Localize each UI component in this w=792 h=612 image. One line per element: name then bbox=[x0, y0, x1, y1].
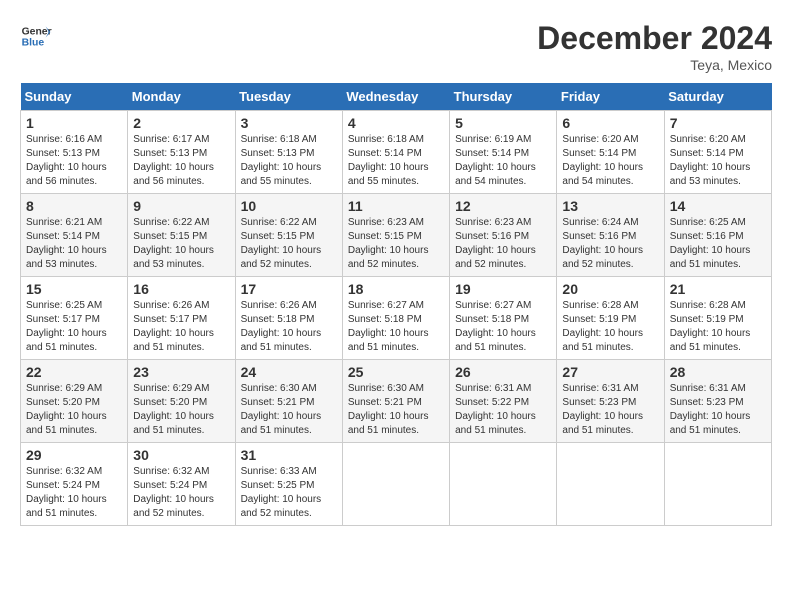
page-header: General Blue December 2024 Teya, Mexico bbox=[20, 20, 772, 73]
table-row: 28Sunrise: 6:31 AMSunset: 5:23 PMDayligh… bbox=[664, 360, 771, 443]
table-row: 15Sunrise: 6:25 AMSunset: 5:17 PMDayligh… bbox=[21, 277, 128, 360]
table-row: 22Sunrise: 6:29 AMSunset: 5:20 PMDayligh… bbox=[21, 360, 128, 443]
table-row: 23Sunrise: 6:29 AMSunset: 5:20 PMDayligh… bbox=[128, 360, 235, 443]
logo-icon: General Blue bbox=[20, 20, 52, 52]
svg-text:Blue: Blue bbox=[22, 38, 45, 49]
col-friday: Friday bbox=[557, 83, 664, 111]
title-block: December 2024 Teya, Mexico bbox=[537, 20, 772, 73]
table-row: 5Sunrise: 6:19 AMSunset: 5:14 PMDaylight… bbox=[450, 111, 557, 194]
table-row: 20Sunrise: 6:28 AMSunset: 5:19 PMDayligh… bbox=[557, 277, 664, 360]
table-row: 13Sunrise: 6:24 AMSunset: 5:16 PMDayligh… bbox=[557, 194, 664, 277]
table-row: 19Sunrise: 6:27 AMSunset: 5:18 PMDayligh… bbox=[450, 277, 557, 360]
month-title: December 2024 bbox=[537, 20, 772, 57]
table-row: 1Sunrise: 6:16 AMSunset: 5:13 PMDaylight… bbox=[21, 111, 128, 194]
col-tuesday: Tuesday bbox=[235, 83, 342, 111]
table-row: 26Sunrise: 6:31 AMSunset: 5:22 PMDayligh… bbox=[450, 360, 557, 443]
table-row: 11Sunrise: 6:23 AMSunset: 5:15 PMDayligh… bbox=[342, 194, 449, 277]
table-row: 27Sunrise: 6:31 AMSunset: 5:23 PMDayligh… bbox=[557, 360, 664, 443]
logo: General Blue bbox=[20, 20, 52, 52]
col-monday: Monday bbox=[128, 83, 235, 111]
table-row: 18Sunrise: 6:27 AMSunset: 5:18 PMDayligh… bbox=[342, 277, 449, 360]
col-sunday: Sunday bbox=[21, 83, 128, 111]
calendar-header-row: Sunday Monday Tuesday Wednesday Thursday… bbox=[21, 83, 772, 111]
col-saturday: Saturday bbox=[664, 83, 771, 111]
table-row: 29Sunrise: 6:32 AMSunset: 5:24 PMDayligh… bbox=[21, 443, 128, 526]
table-row: 31Sunrise: 6:33 AMSunset: 5:25 PMDayligh… bbox=[235, 443, 342, 526]
table-row: 12Sunrise: 6:23 AMSunset: 5:16 PMDayligh… bbox=[450, 194, 557, 277]
table-row: 21Sunrise: 6:28 AMSunset: 5:19 PMDayligh… bbox=[664, 277, 771, 360]
table-row bbox=[664, 443, 771, 526]
table-row bbox=[557, 443, 664, 526]
table-row bbox=[450, 443, 557, 526]
table-row: 4Sunrise: 6:18 AMSunset: 5:14 PMDaylight… bbox=[342, 111, 449, 194]
table-row: 16Sunrise: 6:26 AMSunset: 5:17 PMDayligh… bbox=[128, 277, 235, 360]
table-row: 7Sunrise: 6:20 AMSunset: 5:14 PMDaylight… bbox=[664, 111, 771, 194]
table-row: 30Sunrise: 6:32 AMSunset: 5:24 PMDayligh… bbox=[128, 443, 235, 526]
table-row: 25Sunrise: 6:30 AMSunset: 5:21 PMDayligh… bbox=[342, 360, 449, 443]
table-row: 9Sunrise: 6:22 AMSunset: 5:15 PMDaylight… bbox=[128, 194, 235, 277]
table-row: 6Sunrise: 6:20 AMSunset: 5:14 PMDaylight… bbox=[557, 111, 664, 194]
table-row: 8Sunrise: 6:21 AMSunset: 5:14 PMDaylight… bbox=[21, 194, 128, 277]
table-row bbox=[342, 443, 449, 526]
table-row: 14Sunrise: 6:25 AMSunset: 5:16 PMDayligh… bbox=[664, 194, 771, 277]
table-row: 2Sunrise: 6:17 AMSunset: 5:13 PMDaylight… bbox=[128, 111, 235, 194]
col-wednesday: Wednesday bbox=[342, 83, 449, 111]
svg-text:General: General bbox=[22, 26, 52, 37]
col-thursday: Thursday bbox=[450, 83, 557, 111]
table-row: 24Sunrise: 6:30 AMSunset: 5:21 PMDayligh… bbox=[235, 360, 342, 443]
calendar-table: Sunday Monday Tuesday Wednesday Thursday… bbox=[20, 83, 772, 526]
location: Teya, Mexico bbox=[537, 57, 772, 73]
table-row: 10Sunrise: 6:22 AMSunset: 5:15 PMDayligh… bbox=[235, 194, 342, 277]
table-row: 17Sunrise: 6:26 AMSunset: 5:18 PMDayligh… bbox=[235, 277, 342, 360]
table-row: 3Sunrise: 6:18 AMSunset: 5:13 PMDaylight… bbox=[235, 111, 342, 194]
